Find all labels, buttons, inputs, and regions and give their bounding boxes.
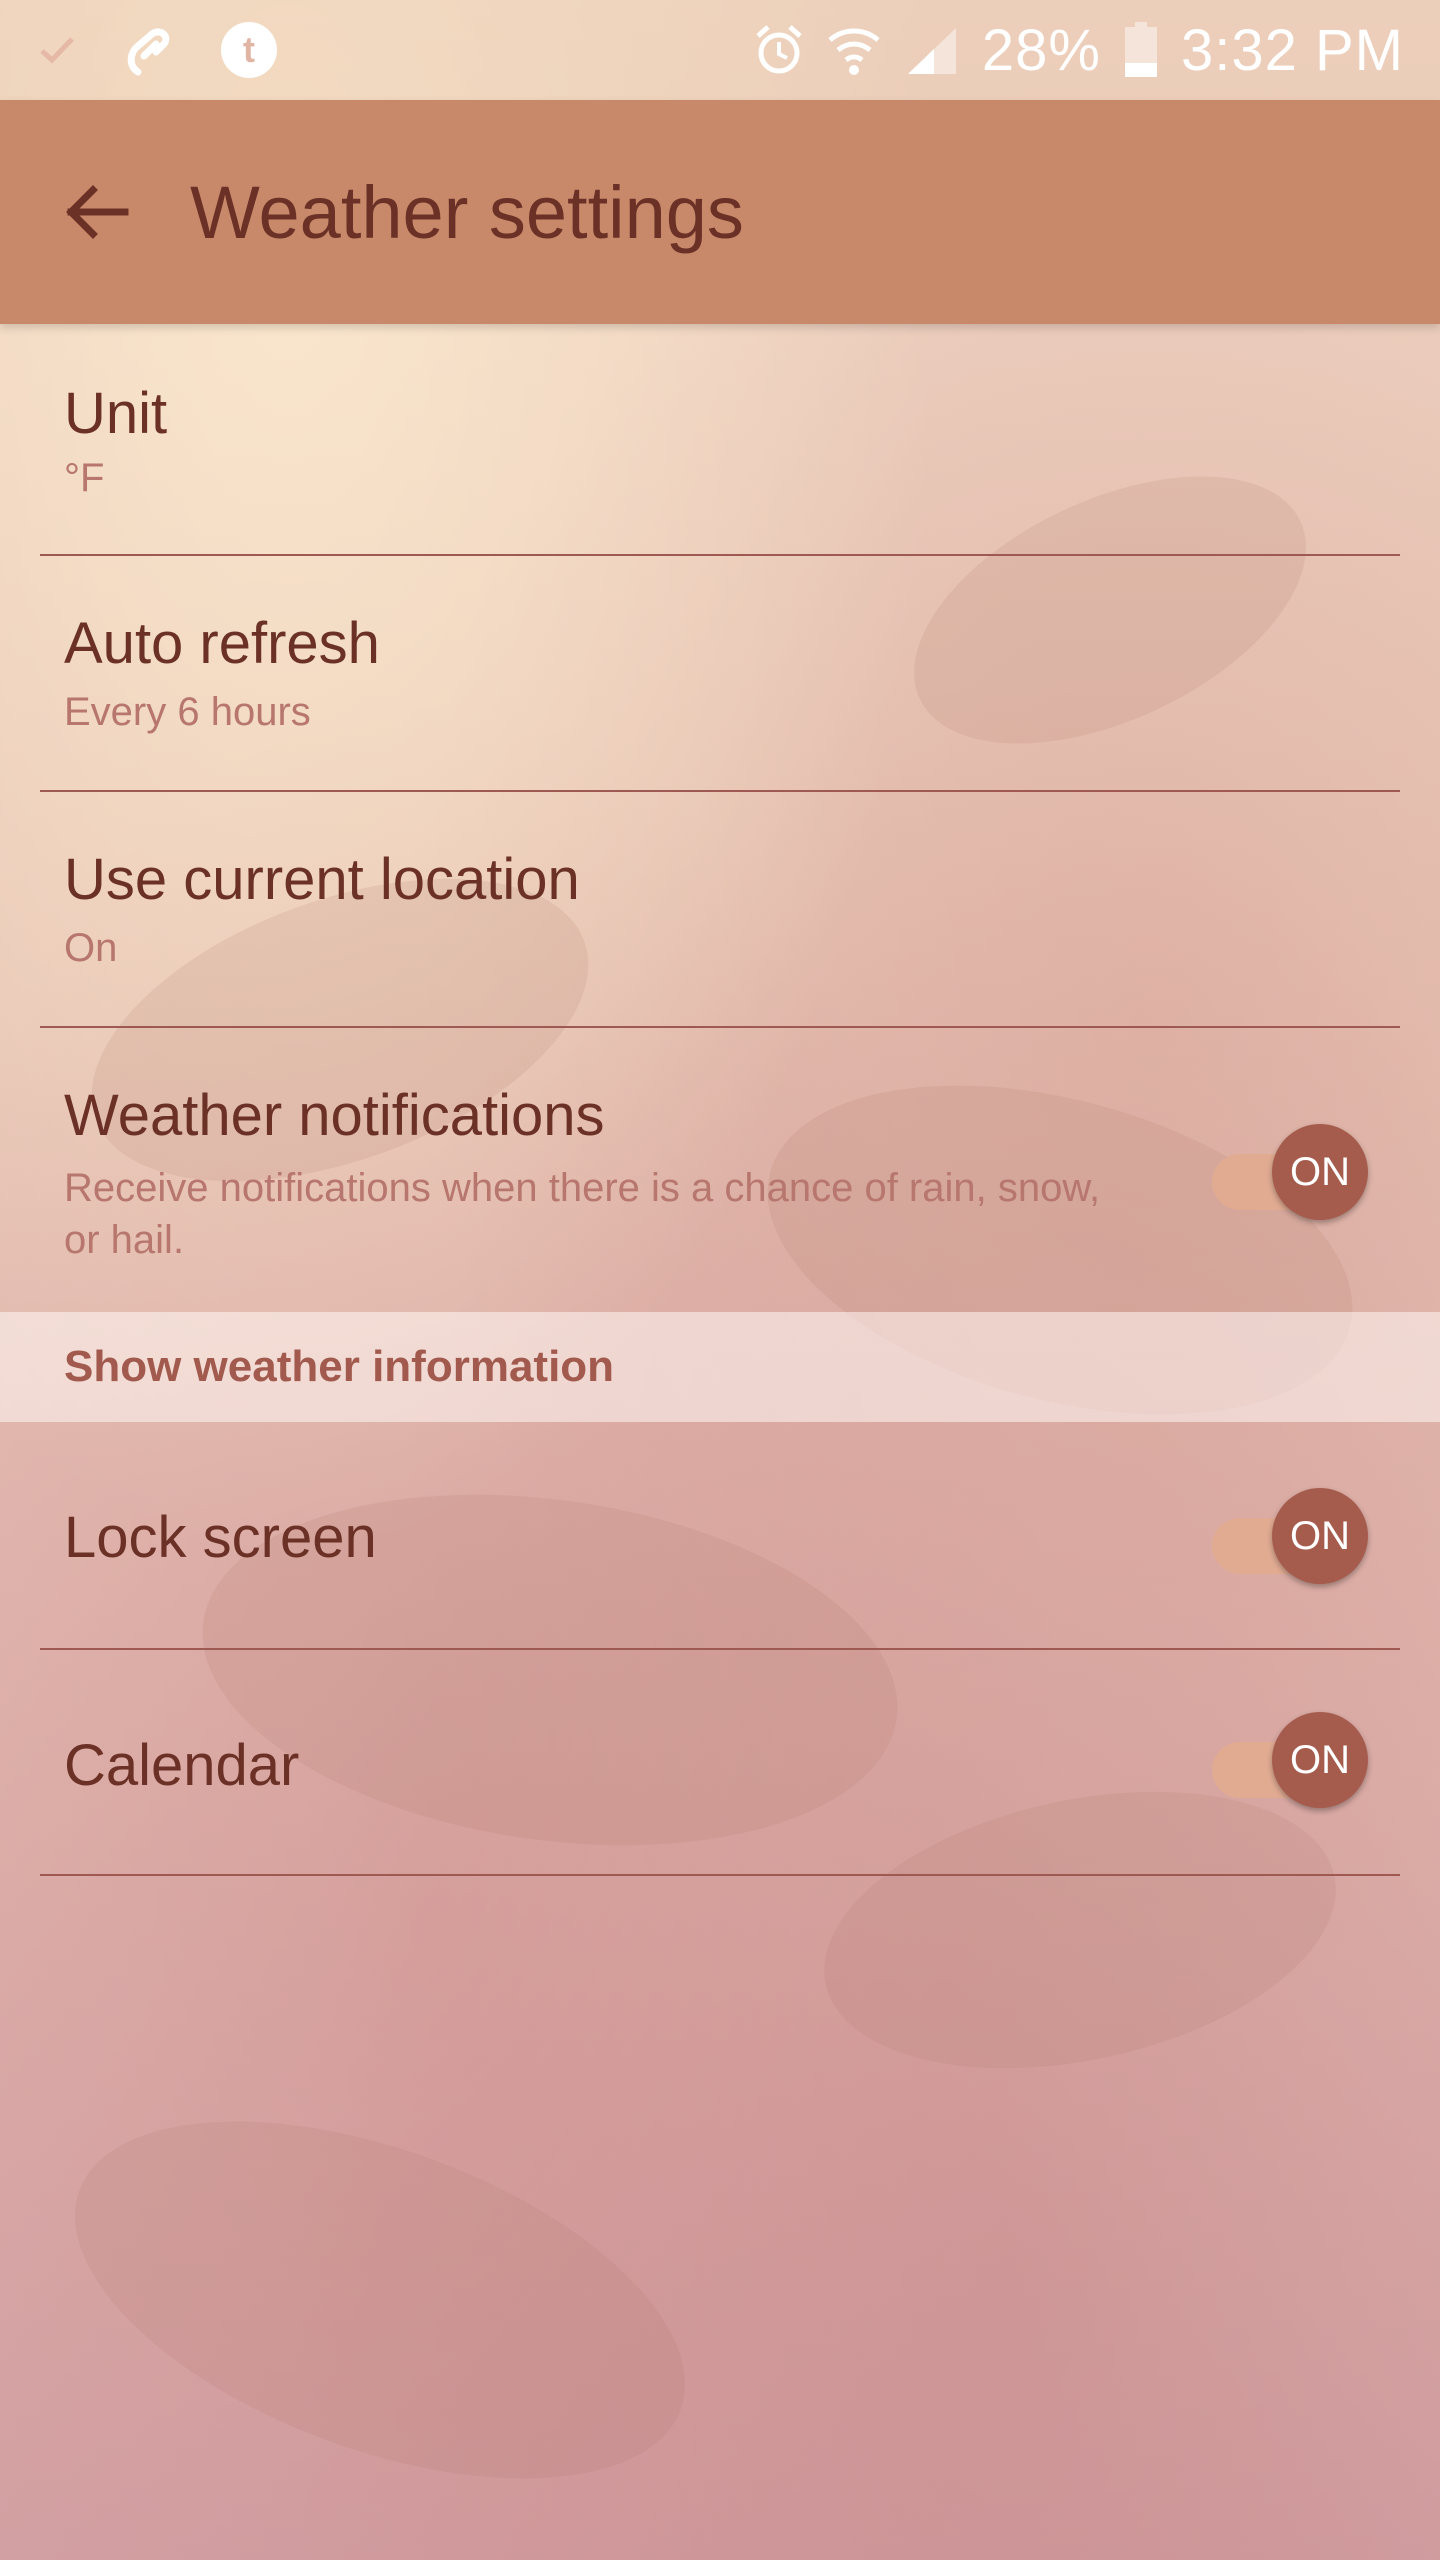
svg-text:t: t [243,29,255,70]
check-icon [40,36,74,64]
toggle-thumb: ON [1272,1124,1368,1220]
section-header-label: Show weather information [64,1342,615,1391]
wifi-icon [826,24,882,76]
lock-screen-toggle[interactable]: ON [1212,1488,1368,1584]
status-bar: t 28% 3:32 PM [0,0,1440,100]
status-right-icons: 28% 3:32 PM [754,17,1440,84]
alarm-icon [754,24,804,76]
battery-percent: 28% [981,17,1101,83]
clock: 3:32 PM [1181,17,1404,83]
auto-refresh-title: Auto refresh [64,611,380,676]
app-toolbar: Weather settings [0,100,1440,324]
status-left-icons: t [0,21,278,79]
settings-list: Unit °F Auto refresh Every 6 hours Use c… [0,324,1440,1876]
page-title: Weather settings [190,170,744,254]
unit-value: °F [64,456,105,500]
back-arrow-icon [66,185,129,239]
battery-icon [1123,22,1159,78]
lock-screen-setting[interactable]: Lock screen ON [40,1422,1400,1650]
toggle-thumb: ON [1272,1488,1368,1584]
auto-refresh-setting[interactable]: Auto refresh Every 6 hours [40,556,1400,792]
calendar-toggle[interactable]: ON [1212,1712,1368,1808]
weather-notifications-toggle[interactable]: ON [1212,1124,1368,1220]
current-location-title: Use current location [64,847,580,912]
tumblr-icon: t [220,21,278,79]
calendar-title: Calendar [64,1733,300,1798]
auto-refresh-value: Every 6 hours [64,690,311,734]
weather-notifications-setting[interactable]: Weather notifications Receive notificati… [40,1028,1400,1312]
signal-icon [904,24,960,76]
link-app-icon [122,22,172,78]
current-location-setting[interactable]: Use current location On [40,792,1400,1028]
weather-notifications-title: Weather notifications [64,1083,605,1148]
calendar-setting[interactable]: Calendar ON [40,1650,1400,1876]
unit-title: Unit [64,381,168,446]
lock-screen-title: Lock screen [64,1505,377,1570]
back-button[interactable] [50,164,146,260]
unit-setting[interactable]: Unit °F [40,324,1400,556]
toggle-thumb: ON [1272,1712,1368,1808]
weather-notifications-description: Receive notifications when there is a ch… [64,1166,1101,1262]
section-header: Show weather information [0,1312,1440,1422]
current-location-value: On [64,926,118,970]
